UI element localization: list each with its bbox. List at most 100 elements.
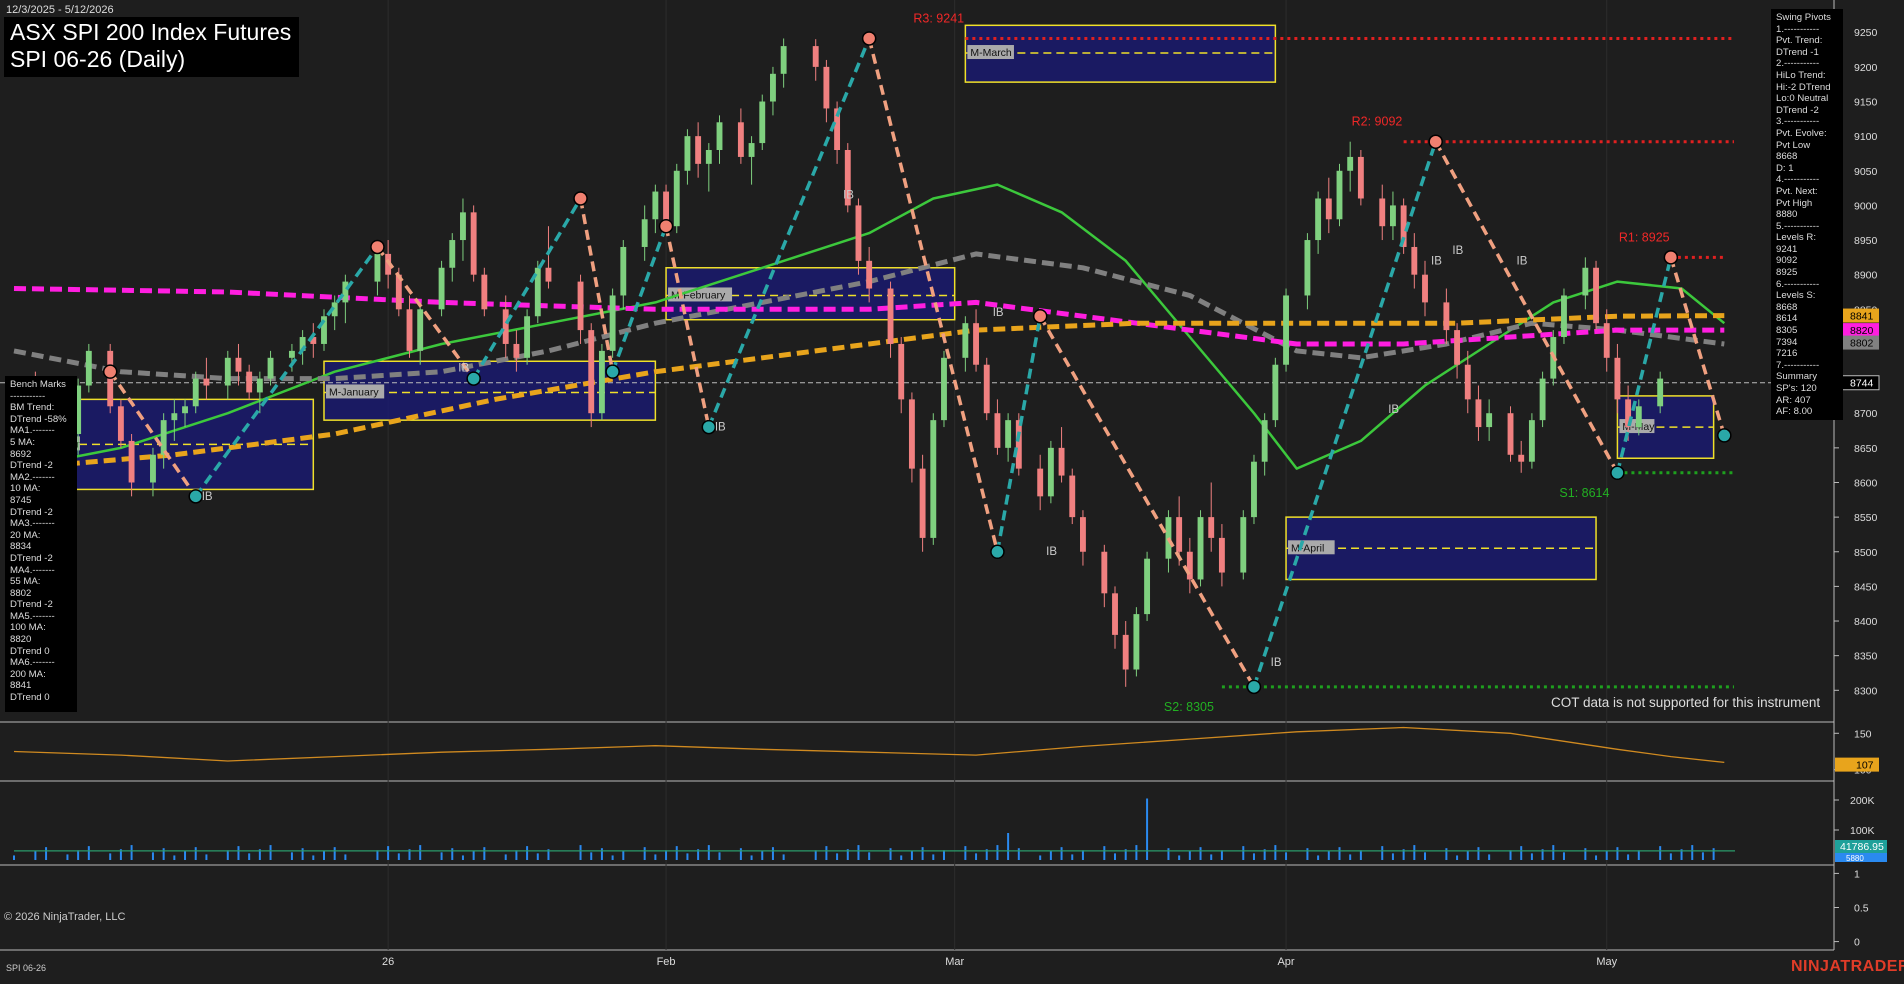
pivot-line: Summary [1776, 371, 1818, 383]
candle [288, 343, 295, 372]
candle-body [866, 260, 873, 289]
y-tick-label: 8350 [1854, 651, 1878, 663]
pivot-line: Pvt. Trend: [1776, 35, 1823, 47]
pivot-line: SP's: 120 [1776, 383, 1817, 394]
candle [481, 267, 488, 317]
swing-low-marker [1717, 428, 1732, 443]
pivot-level-label: R2: 9092 [1352, 115, 1403, 129]
candle-body [1251, 461, 1257, 518]
swing-segment [995, 315, 1042, 553]
swing-low-marker [701, 419, 717, 435]
volume-tick-label: 100K [1850, 825, 1875, 837]
candle [85, 343, 92, 393]
bench-line: 55 MA: [10, 576, 41, 588]
sub-panels: 100150107100K200K41786.95588000.51 [13, 726, 1887, 949]
candle [1539, 371, 1546, 428]
candle-body [128, 440, 135, 483]
pivot-line: D: 1 [1776, 162, 1794, 174]
ib-label: IB [1452, 245, 1463, 257]
pivot-level-label: S2: 8305 [1164, 700, 1214, 714]
candle-body [1240, 517, 1247, 573]
candle-body [1561, 295, 1567, 338]
candle [1037, 454, 1044, 511]
candle-body [1283, 295, 1289, 365]
candle [887, 281, 894, 358]
candle-body [1015, 420, 1022, 469]
candle-body [470, 212, 477, 275]
candle-body [171, 413, 178, 421]
pivot-level-label: R1: 8925 [1619, 230, 1670, 244]
candle-body [1304, 240, 1311, 296]
candle-body [449, 240, 456, 268]
pivot-line: 8668 [1776, 151, 1798, 163]
pivot-line: AR: 407 [1776, 394, 1811, 406]
candle [460, 198, 466, 261]
y-tick-label: 9150 [1854, 97, 1878, 109]
candle [898, 337, 905, 414]
candle-body [1603, 323, 1610, 358]
candle-body [577, 281, 584, 331]
pivot-line: Pvt. Next: [1776, 185, 1818, 197]
x-tick-label: May [1596, 956, 1617, 968]
candle-body [1357, 156, 1364, 199]
swing-high-marker [861, 31, 877, 46]
bench-line: 8841 [10, 680, 32, 692]
candle-body [192, 378, 199, 407]
ib-label: IB [1271, 657, 1282, 669]
swing-segment [1434, 140, 1619, 474]
candle-body [1101, 551, 1108, 594]
candle [1411, 233, 1418, 289]
pivot-line: 8668 [1776, 301, 1798, 313]
candle-body [224, 357, 231, 386]
candle-body [256, 378, 263, 393]
bench-line: MA3.------- [10, 518, 55, 530]
candle [684, 129, 691, 185]
candle-body [1614, 357, 1621, 400]
ib-label: IB [843, 189, 854, 201]
candle [321, 309, 327, 351]
bench-line: 8802 [10, 587, 32, 599]
candle-body [1218, 537, 1225, 573]
chart-root: 26 Feb Mar Apr May M-DecemberM-JanuaryM-Febr… [0, 0, 1904, 979]
candles[interactable] [11, 38, 1664, 687]
y-tick-label: 9100 [1854, 131, 1878, 143]
candle-body [759, 101, 766, 144]
candle-body [705, 150, 712, 164]
candle-body [1037, 468, 1044, 497]
candle-body [1261, 420, 1268, 462]
candle-body [673, 170, 680, 227]
pivot-line: 8614 [1776, 313, 1798, 325]
volume-tag-2-label: 5880 [1846, 854, 1864, 863]
x-tick-label: 26 [382, 956, 394, 968]
ib-label: IB [715, 422, 726, 434]
pivot-line: 9241 [1776, 243, 1798, 255]
pivot-line: HiLo Trend: [1776, 69, 1826, 81]
y-tick-label: 8400 [1854, 616, 1878, 628]
candle-body [983, 364, 990, 414]
candle-body [1486, 413, 1493, 428]
candle-body [973, 323, 979, 365]
copyright: © 2026 NinjaTrader, LLC [4, 911, 126, 923]
candle [1528, 413, 1535, 469]
y-tick-label: 8500 [1854, 547, 1878, 559]
y-tick-label: 9050 [1854, 166, 1878, 178]
swing-high-marker [658, 218, 674, 234]
candle [609, 288, 616, 358]
pivot-line: DTrend -1 [1776, 46, 1819, 58]
candle [973, 309, 979, 372]
candle [470, 205, 477, 282]
monthly-box-label: M-January [329, 386, 379, 398]
candle [1069, 468, 1076, 525]
candle-body [748, 143, 755, 157]
bench-marks-panel: Bench Marks ----------- BM Trend: DTrend -5… [5, 376, 77, 712]
candle-body [941, 357, 947, 421]
candle [748, 136, 755, 185]
candle-body [812, 46, 819, 67]
candle [1080, 510, 1086, 566]
swing-high-marker [1032, 308, 1048, 324]
candle [994, 399, 1001, 455]
candle [1272, 357, 1279, 428]
chart-title: ASX SPI 200 Index Futures [10, 19, 292, 45]
pivot-levels: R3: 9241 R2: 9092 R1: 8925 S1: 8614 S2: 8305 [0, 11, 1834, 714]
candle [1240, 510, 1247, 580]
